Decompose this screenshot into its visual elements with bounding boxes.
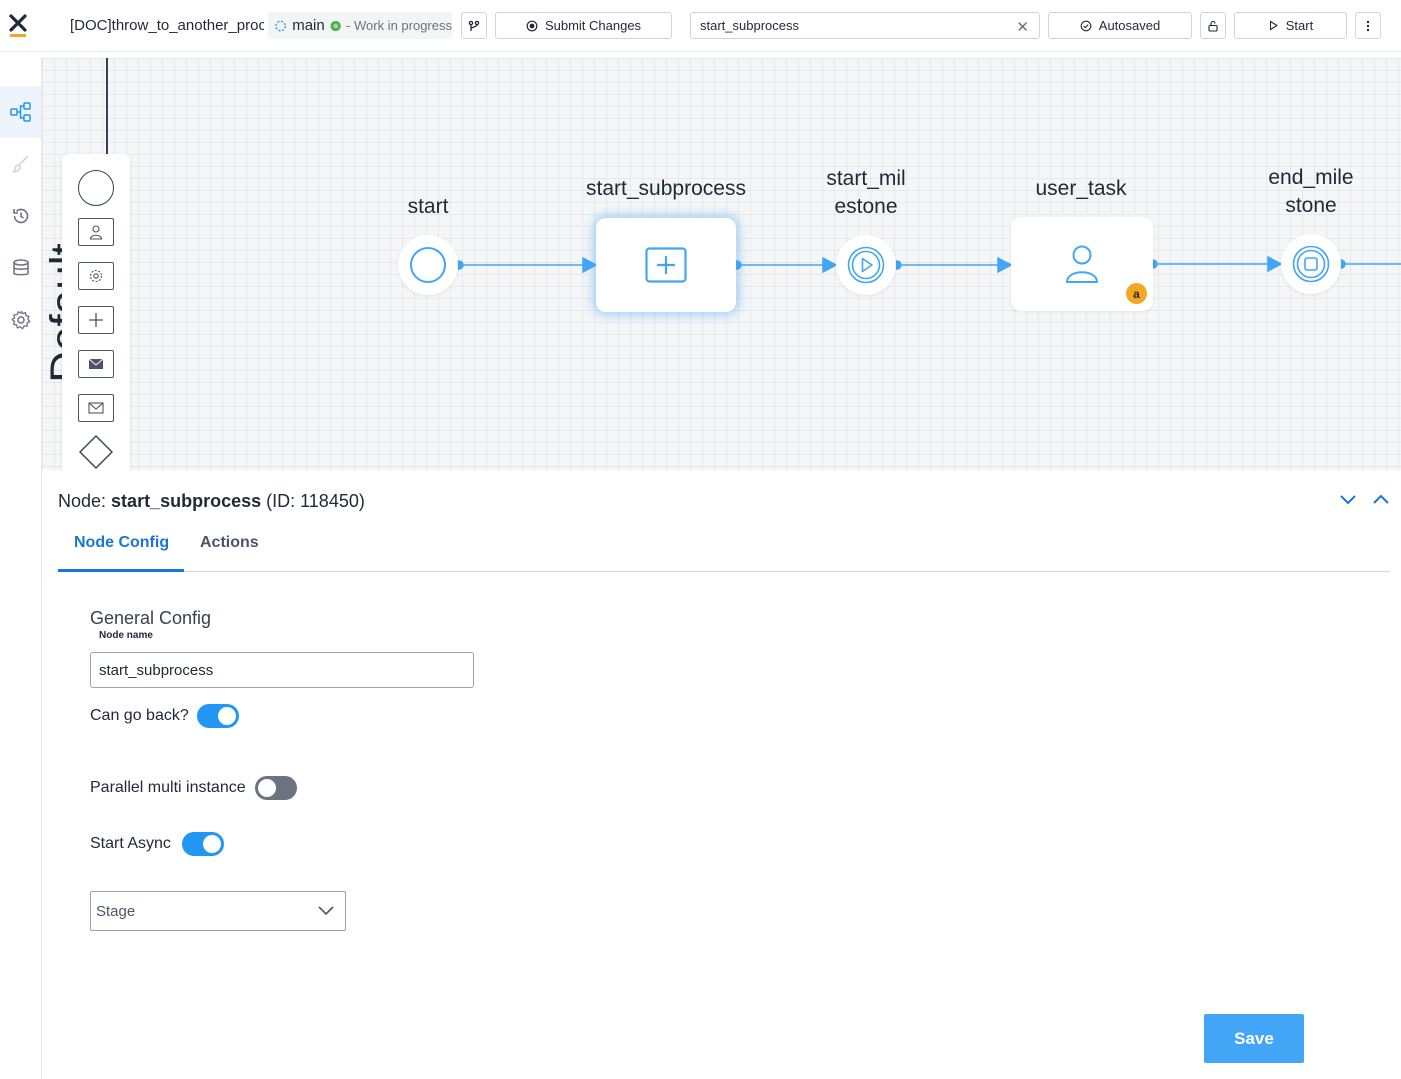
sidebar-item-settings[interactable]	[0, 294, 41, 346]
check-circle-icon	[1080, 20, 1092, 31]
toggle-knob	[258, 779, 276, 797]
tab-node-config[interactable]: Node Config	[74, 534, 169, 552]
start-milestone-label-line1: start_mil	[826, 167, 906, 190]
start-async-toggle[interactable]	[182, 832, 224, 856]
end-milestone-label-line2: stone	[1285, 194, 1337, 217]
autosaved-label: Autosaved	[1098, 18, 1161, 33]
tab-actions[interactable]: Actions	[200, 534, 259, 552]
end-milestone-node[interactable]	[1281, 234, 1341, 294]
can-go-back-toggle[interactable]	[197, 704, 239, 728]
branch-status-icon	[275, 20, 287, 31]
unlock-icon	[1208, 20, 1218, 32]
active-tab-indicator	[58, 569, 184, 572]
git-branch-icon	[468, 20, 480, 31]
chevron-down-icon	[318, 906, 334, 916]
user-task-icon	[1066, 245, 1098, 283]
toggle-knob	[203, 835, 221, 853]
general-config-heading: General Config	[90, 608, 212, 628]
play-icon	[1269, 20, 1278, 31]
end-milestone-label-line1: end_mile	[1268, 166, 1354, 189]
end-milestone-node-label: end_mile stone	[1261, 164, 1361, 220]
process-title: [DOC]throw_to_another_proc	[70, 17, 264, 34]
radio-dot-icon	[526, 20, 538, 31]
node-name-label: Node name	[99, 630, 153, 641]
start-node-label: start	[407, 195, 449, 218]
collapse-panel-button[interactable]	[1339, 492, 1357, 510]
history-icon	[12, 208, 28, 224]
branch-status: - Work in progress	[346, 18, 452, 33]
milestone-play-icon	[847, 246, 885, 284]
user-task-node-label: user_task	[1035, 177, 1127, 200]
branch-selector[interactable]: main - Work in progress	[268, 12, 452, 39]
clear-search-icon[interactable]: ✕	[1016, 18, 1029, 36]
panel-title: Node: start_subprocess (ID: 118450)	[58, 491, 365, 512]
start-button[interactable]: Start	[1234, 12, 1347, 39]
panel-tabs: Node Config Actions	[58, 522, 1390, 572]
save-button[interactable]: Save	[1204, 1014, 1304, 1063]
stage-select[interactable]: Stage	[90, 891, 346, 931]
sidebar-item-history[interactable]	[0, 190, 41, 242]
work-in-progress-icon	[330, 20, 341, 31]
start-subprocess-node-label: start_subprocess	[586, 177, 746, 200]
database-icon	[12, 259, 29, 276]
sidebar-item-data[interactable]	[0, 242, 41, 294]
brush-icon	[12, 155, 29, 173]
process-canvas[interactable]: Default start	[42, 58, 1401, 470]
node-config-panel: Node: start_subprocess (ID: 118450) Node…	[42, 470, 1401, 1079]
search-input[interactable]	[700, 18, 1000, 33]
branch-name: main	[292, 17, 325, 34]
submit-changes-button[interactable]: Submit Changes	[495, 12, 672, 39]
milestone-stop-icon	[1292, 245, 1330, 283]
panel-title-prefix: Node:	[58, 491, 112, 511]
expand-panel-button[interactable]	[1372, 492, 1390, 510]
app-logo[interactable]	[8, 13, 28, 39]
node-name-field[interactable]: start_subprocess	[90, 652, 474, 688]
settings-icon	[10, 310, 30, 330]
panel-node-name: start_subprocess	[111, 491, 262, 511]
submit-changes-label: Submit Changes	[544, 18, 642, 33]
chevron-up-icon	[1373, 494, 1389, 504]
start-event-icon	[410, 247, 446, 283]
panel-node-id: (ID: 118450)	[261, 491, 365, 511]
sidebar-item-process[interactable]	[0, 86, 41, 138]
stage-select-placeholder: Stage	[96, 902, 136, 920]
start-subprocess-node[interactable]	[596, 218, 736, 312]
sidebar-item-theme[interactable]	[0, 138, 41, 190]
parallel-multi-instance-label: Parallel multi instance	[90, 779, 246, 796]
branch-button[interactable]	[461, 12, 487, 39]
start-milestone-label-line2: estone	[834, 195, 898, 218]
can-go-back-label: Can go back?	[90, 707, 189, 724]
user-task-node[interactable]: a	[1011, 217, 1153, 311]
start-async-label: Start Async	[90, 835, 171, 852]
assignee-badge: a	[1126, 283, 1147, 304]
lock-button[interactable]	[1200, 12, 1226, 39]
top-bar: [DOC]throw_to_another_proc main - Work i…	[0, 0, 1401, 52]
start-milestone-node-label: start_mil estone	[816, 165, 916, 221]
more-options-button[interactable]	[1355, 12, 1381, 39]
process-diagram-icon	[9, 102, 31, 122]
subprocess-plus-icon	[645, 247, 687, 283]
parallel-multi-instance-toggle[interactable]	[255, 776, 297, 800]
autosaved-indicator: Autosaved	[1048, 12, 1192, 39]
start-milestone-node[interactable]	[836, 235, 896, 295]
toggle-knob	[218, 707, 236, 725]
node-search[interactable]: ✕	[690, 12, 1040, 39]
chevron-down-icon	[1340, 495, 1356, 505]
start-label: Start	[1285, 18, 1314, 33]
kebab-menu-icon	[1366, 20, 1370, 31]
start-node[interactable]	[398, 235, 458, 295]
left-sidebar	[0, 58, 42, 1079]
